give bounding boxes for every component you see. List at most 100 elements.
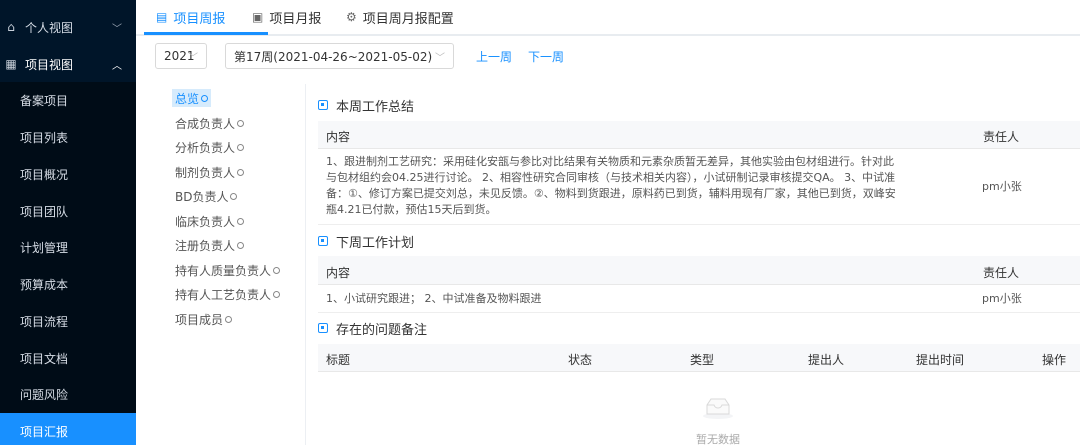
radio-icon [230,192,238,200]
plan-table-header: 内容 责任人 [318,256,1080,285]
week-select-value: 第17周(2021-04-26~2021-05-02) [234,49,433,64]
next-week-link[interactable]: 下一周 [528,48,564,65]
role-item-holder-quality[interactable]: 持有人质量负责人 [175,261,281,279]
role-item-holder-process[interactable]: 持有人工艺负责人 [175,285,281,303]
sidebar-item-overview[interactable]: 项目概况 [0,156,136,193]
role-label: 合成负责人 [175,116,236,131]
sidebar-item-reports[interactable]: 项目汇报 [0,413,136,445]
col-submit-time: 提出时间 [916,353,965,367]
sidebar-project-view-label: 项目视图 [25,57,74,72]
role-label: 制剂负责人 [175,165,236,180]
sidebar-item-label: 问题风险 [20,388,69,402]
col-owner: 责任人 [983,266,1020,280]
gear-icon: ⚙ [346,10,357,24]
radio-icon [237,217,245,225]
sidebar-item-label: 项目团队 [20,205,69,219]
radio-icon [237,168,245,176]
radio-icon [201,94,209,102]
role-label: BD负责人 [175,189,229,204]
sidebar-item-plan[interactable]: 计划管理 [0,229,136,266]
sidebar-project-view[interactable]: ▦ 项目视图 ︿ [0,46,136,82]
role-item-bd[interactable]: BD负责人 [175,187,238,205]
radio-icon [273,290,281,298]
sidebar-item-budget[interactable]: 预算成本 [0,266,136,303]
section-icon [318,323,328,333]
col-content: 内容 [326,266,351,280]
panel-divider [305,84,306,445]
role-item-formulation[interactable]: 制剂负责人 [175,163,245,181]
issues-table-header: 标题 状态 类型 提出人 提出时间 操作 [318,344,1080,372]
sidebar-item-label: 备案项目 [20,94,69,108]
role-item-overview[interactable]: 总览 [172,89,212,107]
chevron-up-icon: ︿ [112,60,122,72]
tab-label: 项目月报 [269,11,322,27]
sidebar-item-risks[interactable]: 问题风险 [0,376,136,413]
role-item-members[interactable]: 项目成员 [175,310,233,328]
empty-box-icon [703,398,733,419]
tab-monthly-report[interactable]: ▣ 项目月报 [252,0,321,34]
section-title-text: 存在的问题备注 [336,322,428,338]
col-actions: 操作 [1042,353,1067,367]
radio-icon [273,266,281,274]
section-icon [318,100,328,110]
issues-section-title: 存在的问题备注 [318,319,428,338]
role-label: 持有人工艺负责人 [175,287,272,302]
sidebar-item-process[interactable]: 项目流程 [0,303,136,340]
calendar-icon: ▣ [252,10,264,24]
role-label: 注册负责人 [175,238,236,253]
sidebar-item-filing[interactable]: 备案项目 [0,82,136,119]
role-label: 临床负责人 [175,214,236,229]
home-icon: ⌂ [7,20,15,34]
summary-line: 备：①、修订方案已提交刘总，未见反馈。②、物料到货跟进，原料药已到货，辅料用现有… [326,187,896,200]
col-owner: 责任人 [983,130,1020,144]
radio-icon [237,241,245,249]
role-item-registration[interactable]: 注册负责人 [175,236,245,254]
grid-icon: ▦ [5,57,17,71]
role-label: 持有人质量负责人 [175,263,272,278]
summary-line: 与包材组约会04.25进行讨论。 2、相容性研究合同审核（与技术相关内容），小试… [326,171,896,184]
sidebar-item-documents[interactable]: 项目文档 [0,340,136,377]
role-item-clinical[interactable]: 临床负责人 [175,212,245,230]
chevron-down-icon: ﹀ [112,23,122,35]
tab-report-config[interactable]: ⚙ 项目周月报配置 [346,0,454,34]
plan-owner: pm小张 [982,292,1022,305]
table-row: 1、小试研究跟进； 2、中试准备及物料跟进 pm小张 [318,285,1080,313]
sidebar-item-label: 项目列表 [20,131,69,145]
role-item-analysis[interactable]: 分析负责人 [175,138,245,156]
sidebar: ⌂ 个人视图 ﹀ ▦ 项目视图 ︿ 备案项目 项目列表 项目概况 项目团队 计划… [0,0,136,445]
summary-table-header: 内容 责任人 [318,121,1080,149]
sidebar-personal-view-label: 个人视图 [25,20,74,35]
radio-icon [225,315,233,323]
role-label: 项目成员 [175,312,224,327]
col-status: 状态 [568,353,593,367]
plan-section-title: 下周工作计划 [318,232,415,251]
summary-line: 1、跟进制剂工艺研究：采用硅化安瓿与参比对比结果有关物质和元素杂质暂无差异，其他… [326,155,894,168]
tab-label: 项目周报 [173,11,226,27]
week-select[interactable]: 第17周(2021-04-26~2021-05-02) ﹀ [225,43,454,69]
sidebar-item-label: 项目概况 [20,168,69,182]
sidebar-item-label: 项目文档 [20,352,69,366]
col-type: 类型 [690,353,715,367]
sidebar-item-project-list[interactable]: 项目列表 [0,119,136,156]
active-tab-indicator [144,32,268,35]
col-title: 标题 [326,353,351,367]
section-title-text: 本周工作总结 [336,99,415,115]
sidebar-personal-view[interactable]: ⌂ 个人视图 ﹀ [0,9,136,45]
prev-week-link[interactable]: 上一周 [476,48,512,65]
plan-content: 1、小试研究跟进； 2、中试准备及物料跟进 [326,292,542,305]
summary-owner: pm小张 [982,180,1022,193]
tab-label: 项目周月报配置 [362,11,454,27]
sidebar-item-label: 项目流程 [20,315,69,329]
summary-content: 1、跟进制剂工艺研究：采用硅化安瓿与参比对比结果有关物质和元素杂质暂无差异，其他… [326,154,896,218]
year-select[interactable]: 2021 ﹀ [155,43,207,69]
sidebar-item-label: 计划管理 [20,241,69,255]
report-icon: ▤ [156,10,168,24]
chevron-down-icon: ﹀ [435,52,445,64]
radio-icon [237,119,245,127]
col-content: 内容 [326,130,351,144]
tab-weekly-report[interactable]: ▤ 项目周报 [156,0,225,34]
section-title-text: 下周工作计划 [336,235,415,251]
role-item-synthesis[interactable]: 合成负责人 [175,114,245,132]
summary-line: 瓶4.21已付款，预估15天后到货。 [326,203,497,216]
sidebar-item-team[interactable]: 项目团队 [0,193,136,230]
